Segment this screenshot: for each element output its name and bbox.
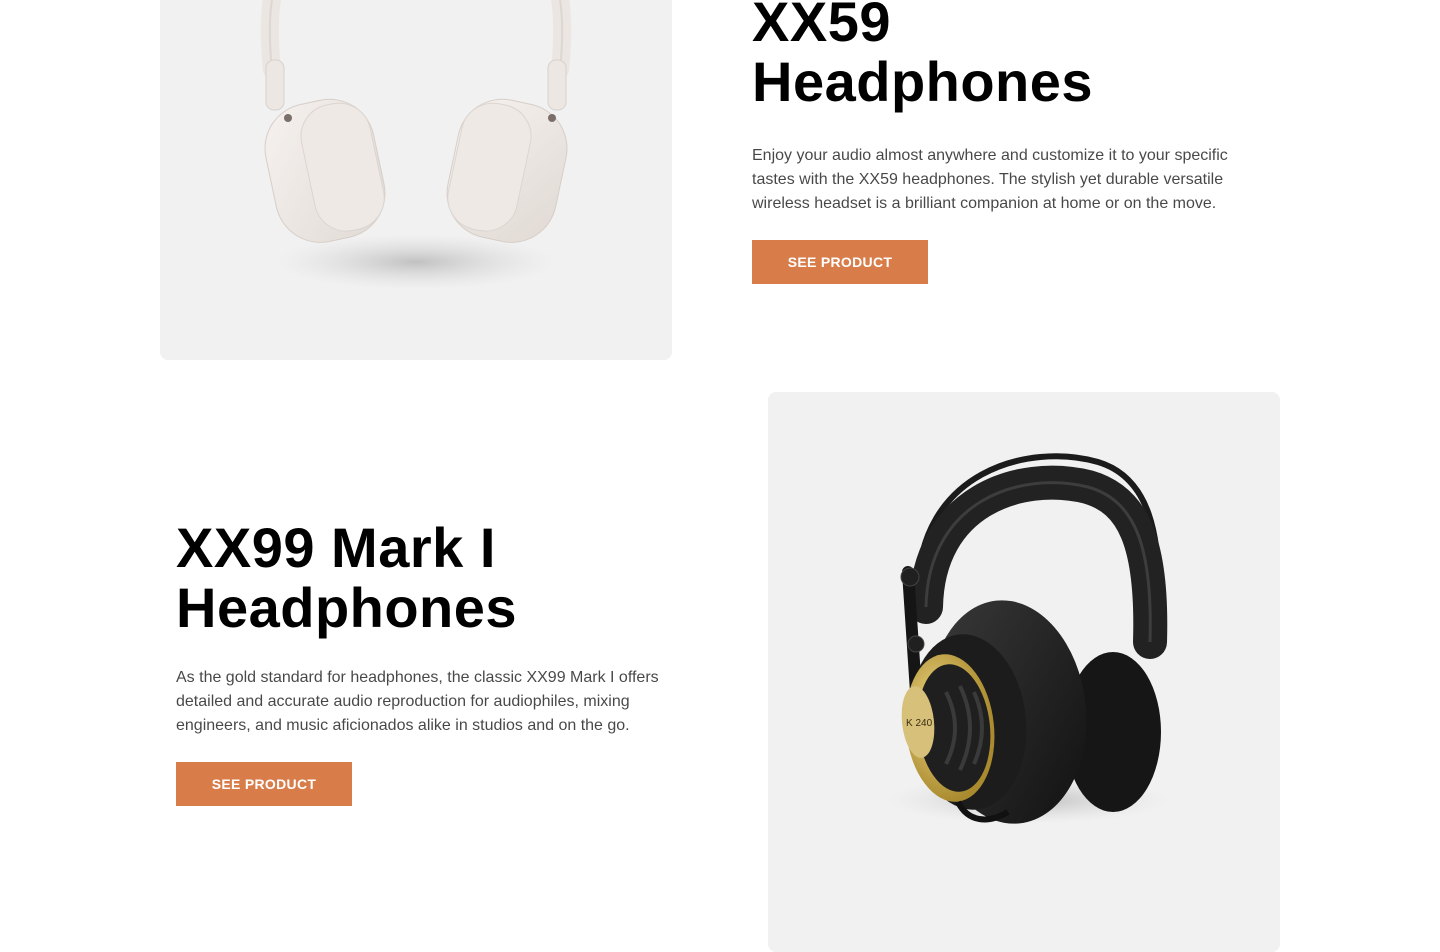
product-title-line1: XX59	[752, 0, 891, 53]
white-wireless-headphones-image	[260, 0, 572, 290]
black-studio-headphones-image: K 240	[888, 453, 1168, 824]
product-title: XX59 Headphones	[752, 0, 1312, 112]
product-image-card: K 240	[768, 392, 1280, 952]
model-badge-text: K 240	[906, 718, 933, 729]
product-description: Enjoy your audio almost anywhere and cus…	[752, 147, 1228, 212]
product-title: XX99 Mark I Headphones	[176, 518, 736, 638]
see-product-button[interactable]: SEE PRODUCT	[752, 240, 928, 284]
product-description: As the gold standard for headphones, the…	[176, 669, 659, 734]
see-product-button[interactable]: SEE PRODUCT	[176, 762, 352, 806]
product-title-line1: XX99 Mark I	[176, 516, 496, 579]
product-title-line2: Headphones	[752, 50, 1094, 113]
product-image-card	[160, 0, 672, 360]
product-title-line2: Headphones	[176, 576, 518, 639]
